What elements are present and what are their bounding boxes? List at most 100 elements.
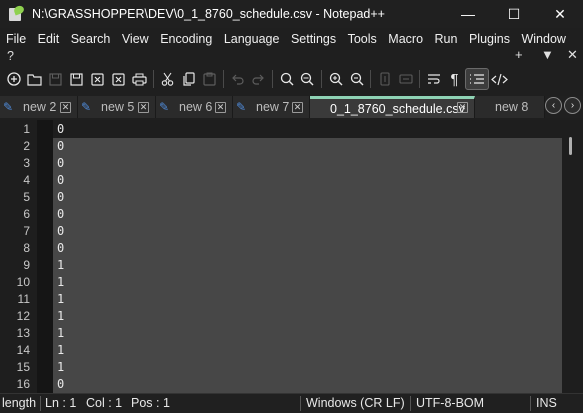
status-eol[interactable]: Windows (CR LF): [306, 396, 405, 410]
menu-window[interactable]: Window: [515, 32, 571, 46]
close-all-icon[interactable]: [108, 68, 129, 90]
line-text[interactable]: 1: [57, 359, 64, 376]
line-text[interactable]: 1: [57, 342, 64, 359]
tab-label: 0_1_8760_schedule.csv: [330, 101, 465, 116]
undo-icon[interactable]: [227, 68, 248, 90]
tab-new-8[interactable]: new 8: [475, 96, 545, 118]
line-text[interactable]: 0: [57, 189, 64, 206]
window-controls: — ☐ ✕: [445, 0, 583, 28]
line-text[interactable]: 1: [57, 274, 64, 291]
line-text[interactable]: 1: [57, 257, 64, 274]
menu-run[interactable]: Run: [429, 32, 463, 46]
vertical-scrollbar[interactable]: [563, 120, 583, 393]
status-insert-mode[interactable]: INS: [536, 396, 557, 410]
replace-icon[interactable]: [297, 68, 318, 90]
tab-new-6[interactable]: ✎ new 6 ✕: [156, 96, 233, 118]
line-text[interactable]: 1: [57, 308, 64, 325]
editor[interactable]: 1 0 2 0 3 0 4 0 5 0 6 0 7 0 8 0 9 1 10 1 11 1 12 1 13 1 14 1 15 1 16 0: [0, 120, 583, 393]
tab-label: new 8: [495, 100, 529, 114]
zoom-in-icon[interactable]: [325, 68, 346, 90]
line-text[interactable]: 0: [57, 206, 64, 223]
line-number: 9: [23, 258, 30, 272]
paste-icon[interactable]: [199, 68, 220, 90]
xml-tag-icon[interactable]: [489, 68, 510, 90]
menu-file[interactable]: File: [0, 32, 32, 46]
close-doc-icon[interactable]: ✕: [567, 47, 578, 63]
status-separator: [410, 396, 411, 411]
status-encoding[interactable]: UTF-8-BOM: [416, 396, 484, 410]
menu-tools[interactable]: Tools: [342, 32, 383, 46]
line-text[interactable]: 0: [57, 172, 64, 189]
line-number: 8: [23, 241, 30, 255]
menu-view[interactable]: View: [116, 32, 154, 46]
maximize-button[interactable]: ☐: [491, 0, 537, 28]
tab-label: new 7: [256, 100, 290, 114]
line-text[interactable]: 0: [57, 376, 64, 393]
status-line: Ln : 1: [45, 396, 77, 410]
sync-horizontal-icon[interactable]: [395, 68, 416, 90]
close-icon[interactable]: [87, 68, 108, 90]
status-column: Col : 1: [86, 396, 123, 410]
close-window-button[interactable]: ✕: [537, 0, 583, 28]
new-file-icon[interactable]: [3, 68, 24, 90]
tab-scroll-right-icon[interactable]: ›: [564, 97, 581, 114]
cut-icon[interactable]: [157, 68, 178, 90]
print-icon[interactable]: [129, 68, 150, 90]
toolbar-separator: [370, 70, 371, 88]
menu-plugins[interactable]: Plugins: [463, 32, 516, 46]
new-tab-plus-icon[interactable]: +: [515, 47, 523, 62]
line-number: 10: [16, 275, 30, 289]
indent-guide-icon[interactable]: [465, 68, 489, 90]
toolbar-separator: [153, 70, 154, 88]
minimize-button[interactable]: —: [445, 0, 491, 28]
tab-new-7[interactable]: ✎ new 7 ✕: [233, 96, 310, 118]
show-all-chars-icon[interactable]: ¶: [444, 68, 465, 90]
scrollbar-thumb[interactable]: [569, 137, 572, 155]
word-wrap-icon[interactable]: [423, 68, 444, 90]
find-icon[interactable]: [276, 68, 297, 90]
copy-icon[interactable]: [178, 68, 199, 90]
line-text[interactable]: 0: [57, 138, 64, 155]
redo-icon[interactable]: [248, 68, 269, 90]
fold-margin[interactable]: [37, 120, 53, 393]
pencil-icon: ✎: [159, 100, 170, 114]
line-text[interactable]: 0: [57, 240, 64, 257]
pencil-icon: ✎: [3, 100, 14, 114]
zoom-out-icon[interactable]: [346, 68, 367, 90]
menu-search[interactable]: Search: [65, 32, 116, 46]
tab-scroll-left-icon[interactable]: ‹: [545, 97, 562, 114]
menu-bar: File Edit Search View Encoding Language …: [0, 29, 583, 49]
tab-close-icon[interactable]: ✕: [457, 102, 468, 113]
menu-language[interactable]: Language: [218, 32, 285, 46]
line-text[interactable]: 0: [57, 121, 64, 138]
line-text[interactable]: 0: [57, 155, 64, 172]
status-length: length: [2, 396, 37, 410]
tab-close-icon[interactable]: ✕: [292, 102, 303, 113]
tab-new-2[interactable]: ✎ new 2 ✕: [0, 96, 78, 118]
line-number: 7: [23, 224, 30, 238]
text-area[interactable]: [53, 120, 583, 393]
tab-close-icon[interactable]: ✕: [215, 102, 226, 113]
line-text[interactable]: 1: [57, 325, 64, 342]
menu-edit[interactable]: Edit: [32, 32, 65, 46]
menu-macro[interactable]: Macro: [382, 32, 428, 46]
line-text[interactable]: 1: [57, 291, 64, 308]
save-all-icon[interactable]: [66, 68, 87, 90]
save-icon[interactable]: [45, 68, 66, 90]
menu-encoding[interactable]: Encoding: [154, 32, 218, 46]
tab-new-5[interactable]: ✎ new 5 ✕: [78, 96, 156, 118]
tab-close-icon[interactable]: ✕: [138, 102, 149, 113]
toolbar-separator: [223, 70, 224, 88]
line-number: 6: [23, 207, 30, 221]
sync-vertical-icon[interactable]: [374, 68, 395, 90]
menu-settings[interactable]: Settings: [285, 32, 342, 46]
tab-list-dropdown-icon[interactable]: ▼: [541, 47, 554, 62]
tab-0-1-8760-schedule-csv[interactable]: 0_1_8760_schedule.csv ✕: [310, 96, 475, 118]
tab-label: new 2: [23, 100, 57, 114]
open-file-icon[interactable]: [24, 68, 45, 90]
line-text[interactable]: 0: [57, 223, 64, 240]
tab-close-icon[interactable]: ✕: [60, 102, 71, 113]
menu-help[interactable]: ?: [7, 49, 14, 63]
status-separator: [40, 396, 41, 411]
tab-bar: ✎ new 2 ✕ ✎ new 5 ✕ ✎ new 6 ✕ ✎ new 7 ✕ …: [0, 96, 583, 118]
